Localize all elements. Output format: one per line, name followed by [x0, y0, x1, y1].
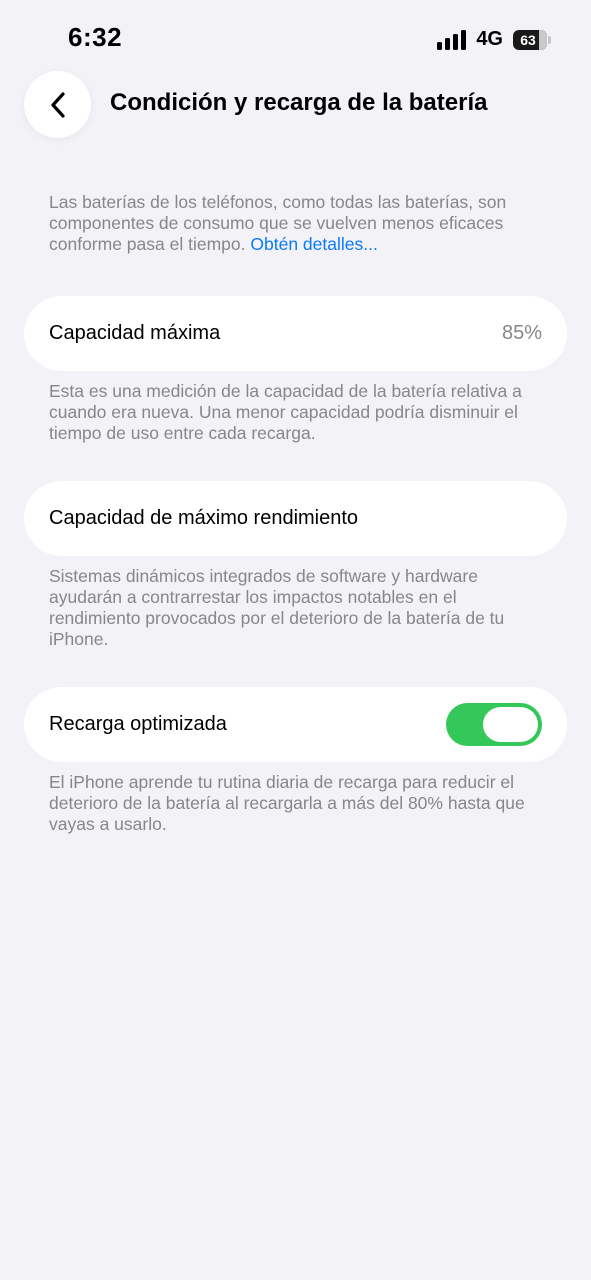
- learn-more-link[interactable]: Obtén detalles...: [250, 234, 377, 254]
- network-type: 4G: [476, 28, 503, 50]
- status-icons: 4G 63: [437, 28, 551, 51]
- status-bar: 6:32 4G 63: [0, 0, 591, 80]
- optimized-charging-label: Recarga optimizada: [49, 713, 227, 735]
- intro-text: Las baterías de los teléfonos, como toda…: [49, 192, 549, 255]
- max-capacity-label: Capacidad máxima: [49, 322, 221, 344]
- battery-level: 63: [520, 31, 536, 48]
- chevron-left-icon: [50, 91, 65, 118]
- max-capacity-value: 85%: [501, 322, 542, 344]
- toggle-knob: [483, 707, 538, 742]
- battery-health-screen: 6:32 4G 63 Condición y recarga de la bat…: [0, 0, 591, 1280]
- page-title: Condición y recarga de la batería: [110, 89, 488, 116]
- back-button[interactable]: [24, 71, 91, 138]
- battery-icon: 63: [513, 29, 551, 50]
- peak-performance-label: Capacidad de máximo rendimiento: [49, 507, 359, 529]
- optimized-charging-toggle[interactable]: [446, 703, 542, 746]
- peak-performance-row: Capacidad de máximo rendimiento: [24, 481, 567, 556]
- optimized-charging-footnote: El iPhone aprende tu rutina diaria de re…: [49, 772, 525, 834]
- peak-performance-footnote: Sistemas dinámicos integrados de softwar…: [49, 566, 505, 649]
- cellular-signal-icon: [437, 29, 467, 50]
- status-time: 6:32: [68, 22, 123, 52]
- max-capacity-footnote: Esta es una medición de la capacidad de …: [49, 381, 522, 443]
- max-capacity-row: Capacidad máxima 85%: [24, 296, 567, 371]
- optimized-charging-row: Recarga optimizada: [24, 687, 567, 762]
